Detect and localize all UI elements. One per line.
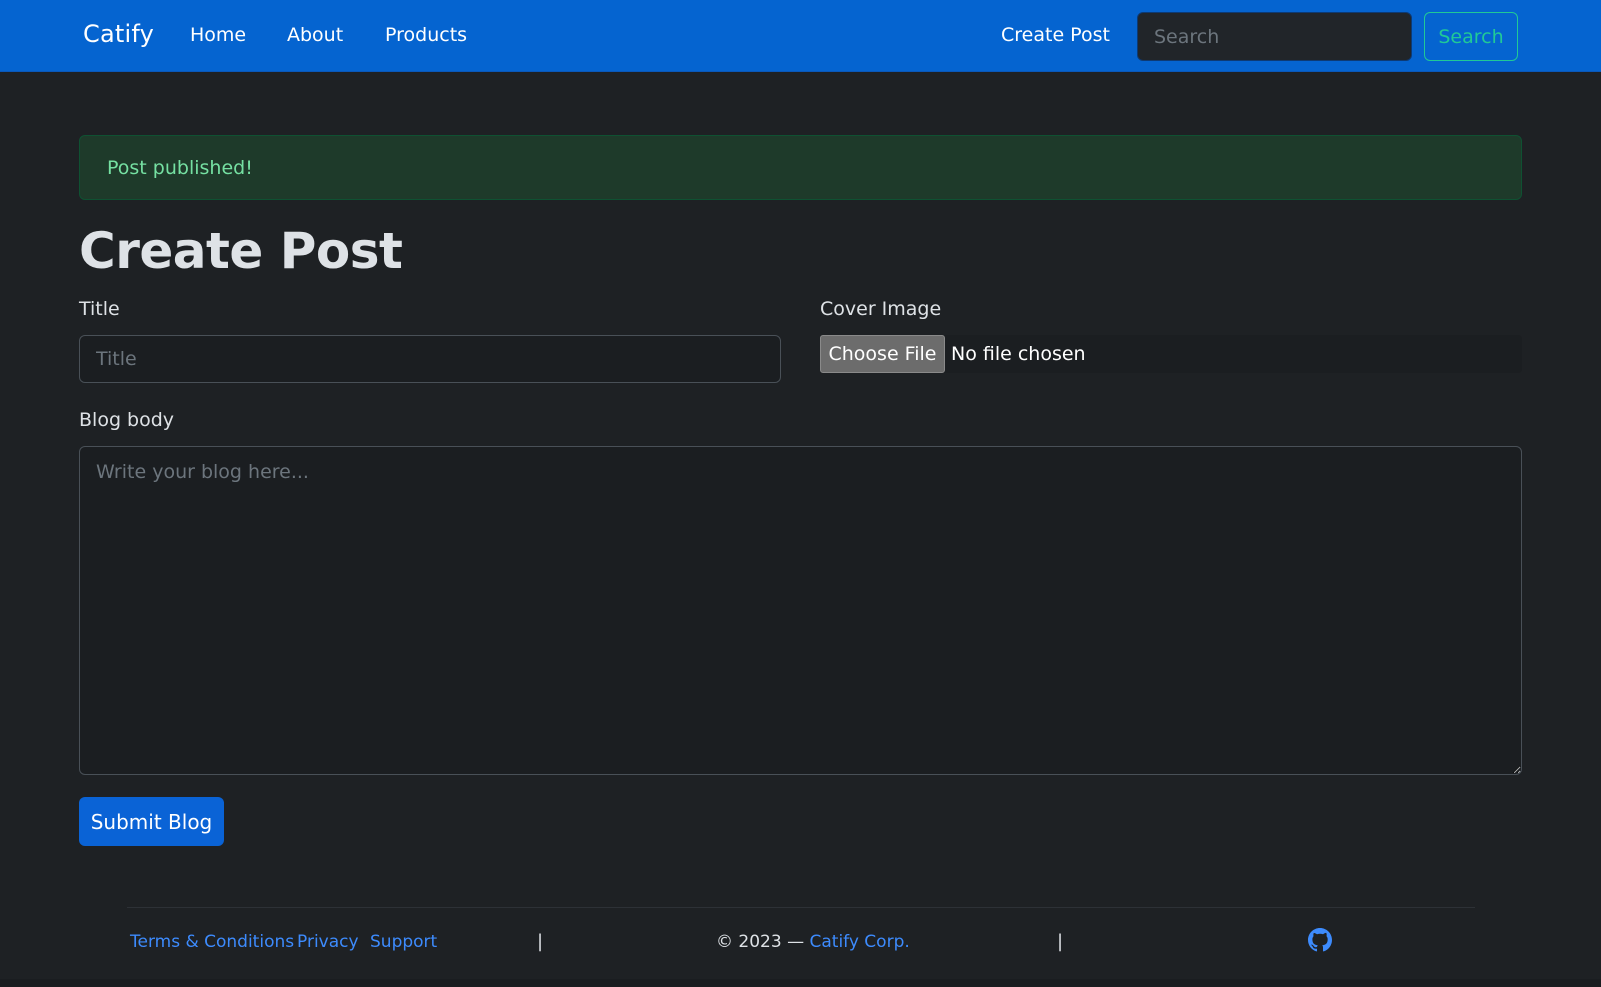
footer-link-support[interactable]: Support xyxy=(370,932,437,952)
footer-separator: | xyxy=(537,931,544,952)
cover-image-input[interactable]: Choose File No file chosen xyxy=(820,335,1522,373)
bottom-strip xyxy=(0,979,1601,987)
copyright-text: © 2023 — xyxy=(716,932,810,952)
copyright-corp-link[interactable]: Catify Corp. xyxy=(809,932,909,952)
submit-blog-button[interactable]: Submit Blog xyxy=(79,797,224,846)
footer-copyright: © 2023 — Catify Corp. xyxy=(716,932,910,952)
cover-image-label: Cover Image xyxy=(820,298,942,320)
page-title: Create Post xyxy=(79,222,403,280)
footer-divider xyxy=(127,907,1475,908)
footer-link-terms[interactable]: Terms & Conditions xyxy=(130,932,294,952)
brand-logo[interactable]: Catify xyxy=(83,20,154,48)
file-status-text: No file chosen xyxy=(951,343,1086,365)
navbar: Catify Home About Products Create Post S… xyxy=(0,0,1601,72)
footer-link-privacy[interactable]: Privacy xyxy=(297,932,359,952)
nav-link-about[interactable]: About xyxy=(287,24,343,46)
search-button[interactable]: Search xyxy=(1424,12,1518,61)
blog-body-label: Blog body xyxy=(79,409,175,431)
nav-link-home[interactable]: Home xyxy=(190,24,246,46)
nav-link-products[interactable]: Products xyxy=(385,24,467,46)
nav-link-create-post[interactable]: Create Post xyxy=(1001,24,1110,46)
github-icon[interactable] xyxy=(1308,928,1332,952)
footer-separator: | xyxy=(1057,931,1064,952)
success-alert: Post published! xyxy=(79,135,1522,200)
search-input[interactable] xyxy=(1137,12,1412,61)
choose-file-button[interactable]: Choose File xyxy=(820,335,945,373)
blog-body-textarea[interactable] xyxy=(79,446,1522,775)
title-label: Title xyxy=(79,298,120,320)
title-input[interactable] xyxy=(79,335,781,383)
